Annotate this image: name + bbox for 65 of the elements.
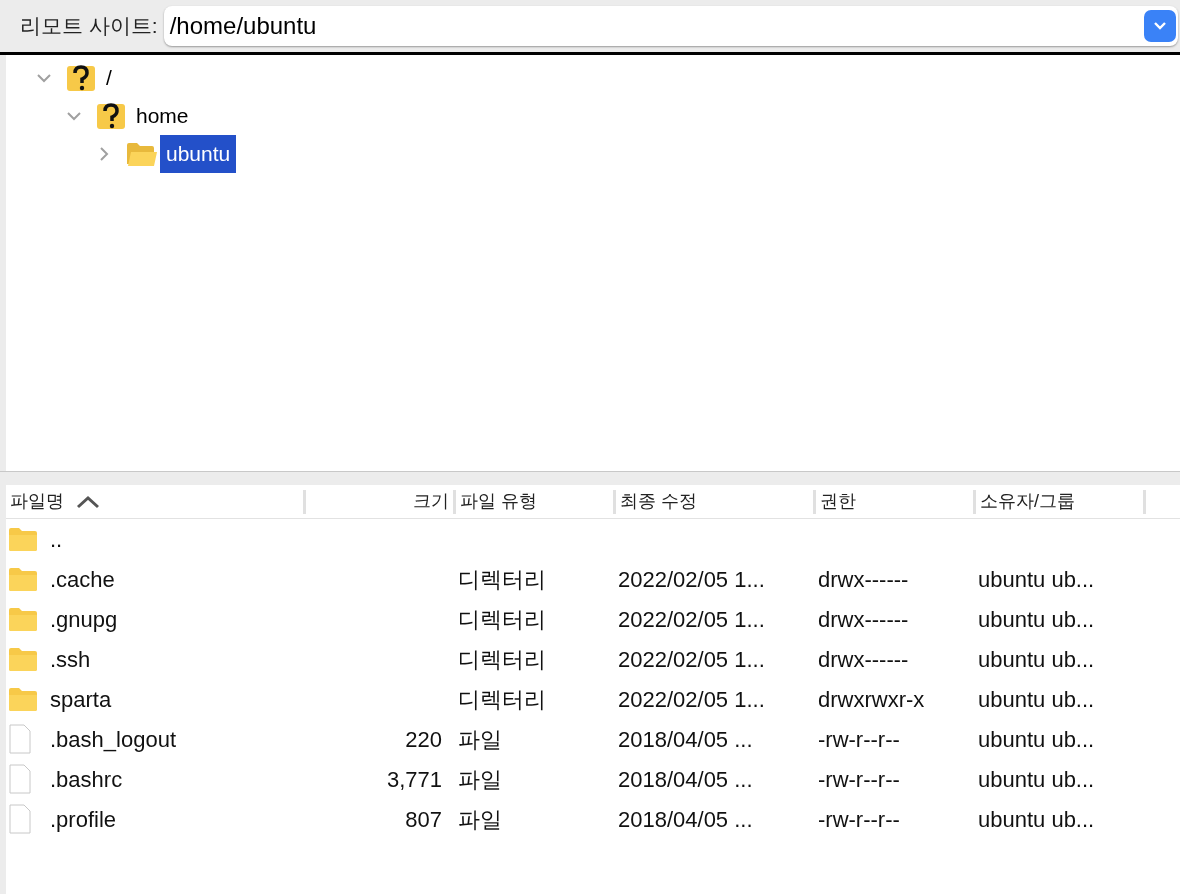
table-cell-text: drwxrwxr-x (818, 685, 925, 714)
folder-icon (8, 526, 38, 552)
folder-icon (8, 646, 38, 672)
table-cell-text: ubuntu ub... (978, 725, 1095, 754)
table-cell-text: 2022/02/05 1... (618, 605, 765, 634)
file-name: .bashrc (50, 765, 123, 794)
table-cell-text: -rw-r--r-- (818, 725, 900, 754)
column-header[interactable]: 크기 (413, 488, 449, 515)
file-icon (8, 764, 32, 794)
table-cell-text: 디렉터리 (458, 645, 546, 674)
column-header[interactable]: 소유자/그룹 (980, 488, 1075, 515)
table-cell-text: 파일 (458, 765, 502, 794)
table-cell-text: 2022/02/05 1... (618, 565, 765, 594)
question-folder-icon (96, 101, 126, 131)
table-cell-text: 디렉터리 (458, 565, 546, 594)
file-name: .profile (50, 805, 117, 834)
question-folder-icon (66, 63, 96, 93)
folder-icon (8, 686, 38, 712)
file-name: .gnupg (50, 605, 118, 634)
table-cell-text: 3,771 (386, 765, 442, 794)
table-cell-text: drwx------ (818, 565, 909, 594)
file-name: .ssh (50, 645, 91, 674)
tree-item[interactable]: home (130, 97, 195, 135)
table-cell-text: 2018/04/05 ... (618, 725, 753, 754)
file-icon (8, 724, 32, 754)
table-cell-text: -rw-r--r-- (818, 805, 900, 834)
table-cell-text: ubuntu ub... (978, 765, 1095, 794)
table-cell-text: 220 (405, 725, 442, 754)
table-cell-text: ubuntu ub... (978, 605, 1095, 634)
table-cell-text: 디렉터리 (458, 605, 546, 634)
folder-icon (8, 566, 38, 592)
table-cell-text: drwx------ (818, 605, 909, 634)
file-name: .bash_logout (50, 725, 176, 754)
table-cell-text: 파일 (458, 725, 502, 754)
sort-ascending-icon (76, 494, 100, 509)
dropdown-button[interactable] (1144, 10, 1176, 42)
path-combobox[interactable]: /home/ubuntu (163, 6, 1178, 46)
table-cell-text: ubuntu ub... (978, 805, 1095, 834)
table-cell-text: 2022/02/05 1... (618, 685, 765, 714)
column-header[interactable]: 파일명 (10, 488, 64, 515)
table-cell-text: -rw-r--r-- (818, 765, 900, 794)
table-cell-text: ubuntu ub... (978, 565, 1095, 594)
table-cell-text: 2022/02/05 1... (618, 645, 765, 674)
table-cell-text: 디렉터리 (458, 685, 546, 714)
table-cell-text: 2018/04/05 ... (618, 765, 753, 794)
table-cell-text: drwx------ (818, 645, 909, 674)
table-cell-text: ubuntu ub... (978, 645, 1095, 674)
pane-splitter[interactable] (0, 471, 1180, 485)
file-name: .. (50, 525, 63, 554)
table-cell-text: 파일 (458, 805, 502, 834)
file-icon (8, 804, 32, 834)
file-name: .cache (50, 565, 115, 594)
table-cell-text: ubuntu ub... (978, 685, 1095, 714)
column-header[interactable]: 최종 수정 (620, 488, 697, 515)
chevron-down-icon (1153, 21, 1167, 31)
tree-item[interactable]: ubuntu (160, 135, 237, 173)
file-name: sparta (50, 685, 112, 714)
folder-icon (126, 141, 158, 167)
column-header[interactable]: 파일 유형 (460, 488, 537, 515)
folder-icon (8, 606, 38, 632)
remote-site-label: 리모트 사이트: (20, 13, 158, 40)
table-cell-text: 2018/04/05 ... (618, 805, 753, 834)
tree-item[interactable]: / (100, 59, 118, 97)
column-header[interactable]: 권한 (820, 488, 856, 515)
table-cell-text: 807 (405, 805, 442, 834)
